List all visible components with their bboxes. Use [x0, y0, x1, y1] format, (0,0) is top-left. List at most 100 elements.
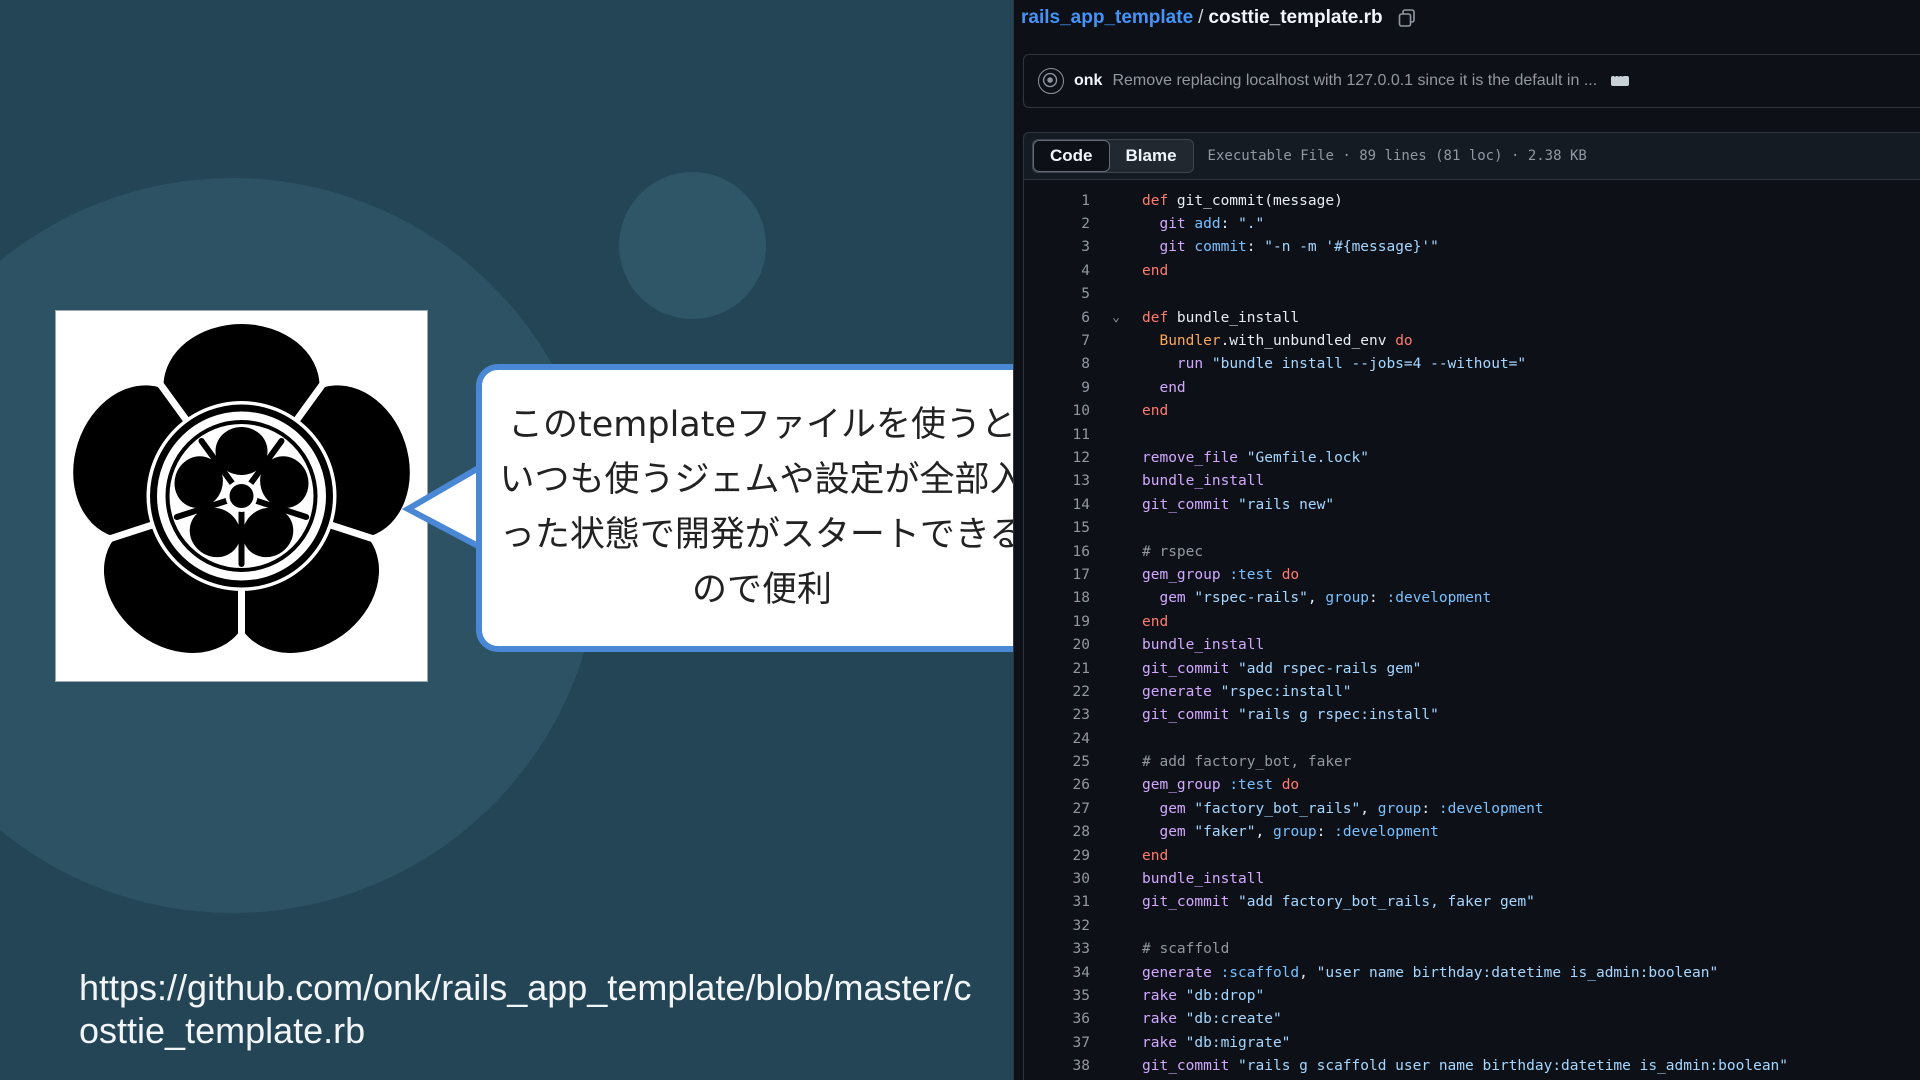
line-code: run "bundle install --jobs=4 --without=": [1176, 356, 1527, 373]
line-code: end: [1142, 613, 1169, 630]
code-line: 19 end: [1024, 610, 1920, 633]
code-line: 4 end: [1024, 259, 1920, 282]
line-number[interactable]: 7: [1024, 333, 1090, 349]
file-info: Executable File · 89 lines (81 loc) · 2.…: [1207, 148, 1587, 164]
line-number[interactable]: 18: [1024, 590, 1090, 606]
code-line: 37 rake "db:migrate": [1024, 1031, 1920, 1054]
line-code: def bundle_install: [1142, 309, 1300, 326]
line-number[interactable]: 33: [1024, 941, 1090, 957]
line-code: end: [1142, 403, 1169, 420]
ellipsis-icon[interactable]: [1611, 67, 1630, 86]
line-number[interactable]: 10: [1024, 403, 1090, 419]
line-code: gem "factory_bot_rails", group: :develop…: [1159, 800, 1544, 817]
code-line: 32: [1024, 914, 1920, 937]
speech-bubble-text: このtemplateファイルを使うといつも使うジェムや設定が全部入った状態で開発…: [499, 405, 1013, 610]
line-number[interactable]: 1: [1024, 193, 1090, 209]
line-code: end: [1142, 847, 1169, 864]
code-line: 8 run "bundle install --jobs=4 --without…: [1024, 353, 1920, 376]
line-number[interactable]: 6: [1024, 310, 1090, 326]
line-number[interactable]: 12: [1024, 450, 1090, 466]
family-crest-image: [55, 310, 428, 682]
line-number[interactable]: 5: [1024, 286, 1090, 302]
code-line: 22 generate "rspec:install": [1024, 680, 1920, 703]
line-number[interactable]: 28: [1024, 824, 1090, 840]
code-line: 20 bundle_install: [1024, 633, 1920, 656]
line-number[interactable]: 13: [1024, 473, 1090, 489]
commit-author[interactable]: onk: [1074, 72, 1102, 90]
line-number[interactable]: 19: [1024, 614, 1090, 630]
code-line: 1 def git_commit(message): [1024, 189, 1920, 212]
line-code: end: [1142, 262, 1169, 279]
code-line: 27 gem "factory_bot_rails", group: :deve…: [1024, 797, 1920, 820]
code-line: 30 bundle_install: [1024, 867, 1920, 890]
repository-url: https://github.com/onk/rails_app_templat…: [79, 967, 972, 1051]
commit-message[interactable]: Remove replacing localhost with 127.0.0.…: [1112, 72, 1597, 90]
line-number[interactable]: 34: [1024, 965, 1090, 981]
line-number[interactable]: 21: [1024, 661, 1090, 677]
line-number[interactable]: 29: [1024, 848, 1090, 864]
code-line: 6 ⌄ def bundle_install: [1024, 306, 1920, 329]
breadcrumb-separator: /: [1198, 7, 1204, 28]
line-number[interactable]: 8: [1024, 356, 1090, 372]
line-code: git add: ".": [1159, 216, 1265, 233]
line-number[interactable]: 2: [1024, 216, 1090, 232]
code-line: 10 end: [1024, 400, 1920, 423]
background-circle-small: [619, 172, 766, 319]
line-number[interactable]: 14: [1024, 497, 1090, 513]
line-number[interactable]: 22: [1024, 684, 1090, 700]
code-line: 5: [1024, 283, 1920, 306]
fold-chevron-icon[interactable]: ⌄: [1090, 310, 1142, 325]
line-number[interactable]: 9: [1024, 380, 1090, 396]
line-number[interactable]: 32: [1024, 918, 1090, 934]
slide-panel: このtemplateファイルを使うといつも使うジェムや設定が全部入った状態で開発…: [0, 0, 1013, 1080]
line-number[interactable]: 23: [1024, 707, 1090, 723]
line-number[interactable]: 38: [1024, 1058, 1090, 1074]
line-code: # add factory_bot, faker: [1142, 754, 1352, 771]
line-code: def git_commit(message): [1142, 192, 1343, 209]
code-line: 16 # rspec: [1024, 540, 1920, 563]
copy-icon[interactable]: [1397, 8, 1417, 28]
code-line: 17 gem_group :test do: [1024, 563, 1920, 586]
line-number[interactable]: 36: [1024, 1011, 1090, 1027]
tab-blame[interactable]: Blame: [1110, 140, 1193, 172]
line-code: git_commit "add rspec-rails gem": [1142, 660, 1422, 677]
line-number[interactable]: 30: [1024, 871, 1090, 887]
breadcrumb: rails_app_template / costtie_template.rb: [1021, 4, 1417, 32]
line-number[interactable]: 16: [1024, 544, 1090, 560]
line-code: bundle_install: [1142, 871, 1265, 888]
line-number[interactable]: 31: [1024, 894, 1090, 910]
code-line: 11: [1024, 423, 1920, 446]
tab-code[interactable]: Code: [1033, 140, 1110, 172]
line-code: gem "rspec-rails", group: :development: [1159, 590, 1492, 607]
line-number[interactable]: 15: [1024, 520, 1090, 536]
line-number[interactable]: 24: [1024, 731, 1090, 747]
code-line: 25 # add factory_bot, faker: [1024, 750, 1920, 773]
line-code: rake "db:drop": [1142, 987, 1265, 1004]
line-code: end: [1159, 379, 1186, 396]
speech-bubble-tail: [401, 460, 490, 553]
avatar[interactable]: [1038, 68, 1064, 94]
line-number[interactable]: 3: [1024, 239, 1090, 255]
code-line: 38 git_commit "rails g scaffold user name…: [1024, 1054, 1920, 1077]
latest-commit-bar: onk Remove replacing localhost with 127.…: [1023, 54, 1920, 108]
line-number[interactable]: 17: [1024, 567, 1090, 583]
code-line: 29 end: [1024, 844, 1920, 867]
code-line: 31 git_commit "add factory_bot_rails, fak…: [1024, 891, 1920, 914]
line-number[interactable]: 37: [1024, 1035, 1090, 1051]
breadcrumb-repo-link[interactable]: rails_app_template: [1021, 7, 1193, 29]
code-line: 24: [1024, 727, 1920, 750]
line-number[interactable]: 4: [1024, 263, 1090, 279]
code-line: 36 rake "db:create": [1024, 1008, 1920, 1031]
line-number[interactable]: 26: [1024, 777, 1090, 793]
line-number[interactable]: 35: [1024, 988, 1090, 1004]
code-line: 2 git add: ".": [1024, 212, 1920, 235]
line-number[interactable]: 11: [1024, 427, 1090, 443]
code-line: 35 rake "db:drop": [1024, 984, 1920, 1007]
line-code: generate "rspec:install": [1142, 683, 1352, 700]
line-number[interactable]: 25: [1024, 754, 1090, 770]
code-line: 12 remove_file "Gemfile.lock": [1024, 446, 1920, 469]
code-line: 13 bundle_install: [1024, 470, 1920, 493]
line-code: generate :scaffold, "user name birthday:…: [1142, 964, 1719, 981]
line-number[interactable]: 20: [1024, 637, 1090, 653]
line-number[interactable]: 27: [1024, 801, 1090, 817]
